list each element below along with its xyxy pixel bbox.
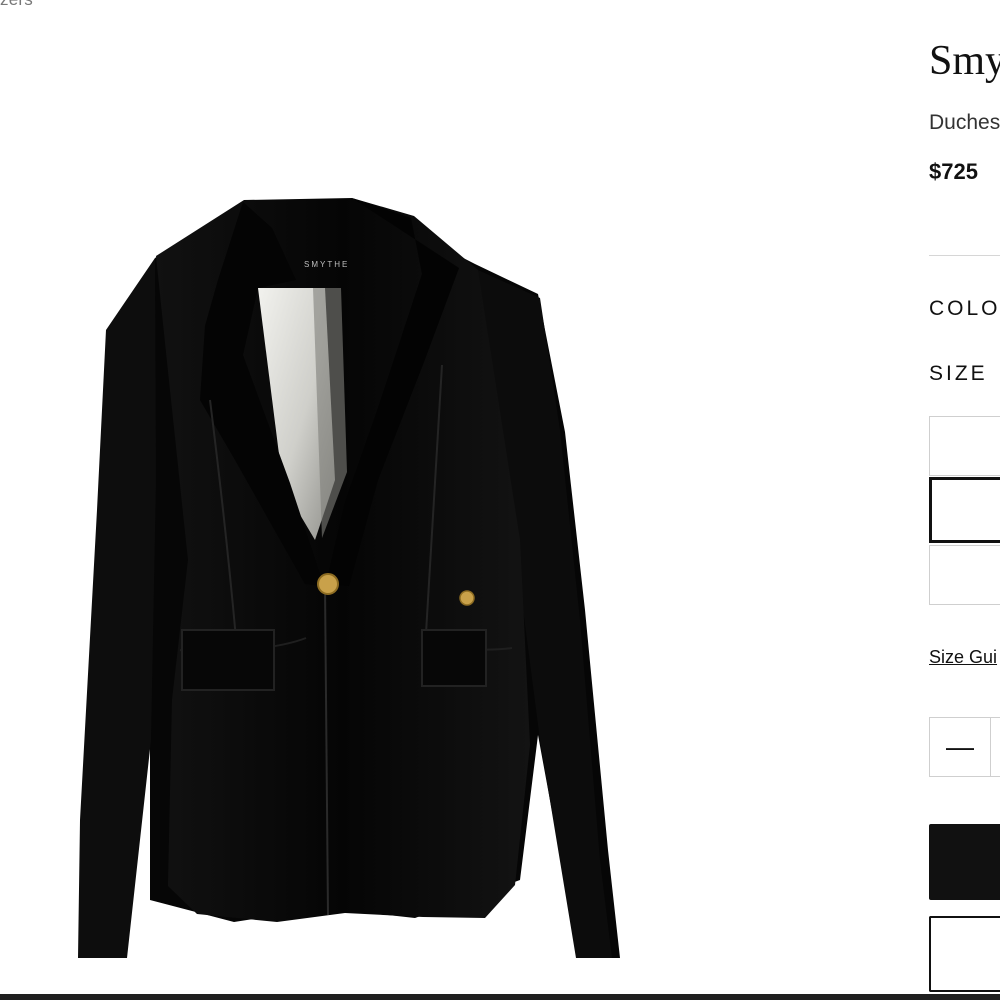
right-pocket-flap <box>421 629 487 687</box>
selected-size-option[interactable] <box>929 477 1000 543</box>
brand-name[interactable]: Smy <box>929 40 1000 82</box>
product-details: Smy Duches $725 COLO SIZE Size Gui — <box>929 0 1000 1000</box>
quantity-field[interactable] <box>991 717 1000 777</box>
product-image: SMYTHE <box>60 180 640 970</box>
quantity-decrement-button[interactable]: — <box>929 717 991 777</box>
color-label: COLO <box>929 297 1000 320</box>
size-option[interactable] <box>929 416 1000 476</box>
left-sleeve <box>78 258 156 958</box>
size-guide-link[interactable]: Size Gui <box>929 648 997 666</box>
product-price: $725 <box>929 159 978 184</box>
breadcrumb[interactable]: zers <box>0 0 33 10</box>
sleeve-button <box>459 590 475 606</box>
minus-icon: — <box>946 731 974 762</box>
front-button <box>317 573 339 595</box>
secondary-action-button[interactable] <box>929 916 1000 992</box>
jacket-label: SMYTHE <box>304 260 349 269</box>
divider <box>929 255 1000 256</box>
size-label: SIZE <box>929 362 988 385</box>
bottom-bar <box>0 994 1000 1000</box>
left-pocket-flap <box>181 629 275 691</box>
add-to-bag-button[interactable] <box>929 824 1000 900</box>
product-name: Duches <box>929 111 1000 134</box>
size-option[interactable] <box>929 545 1000 605</box>
